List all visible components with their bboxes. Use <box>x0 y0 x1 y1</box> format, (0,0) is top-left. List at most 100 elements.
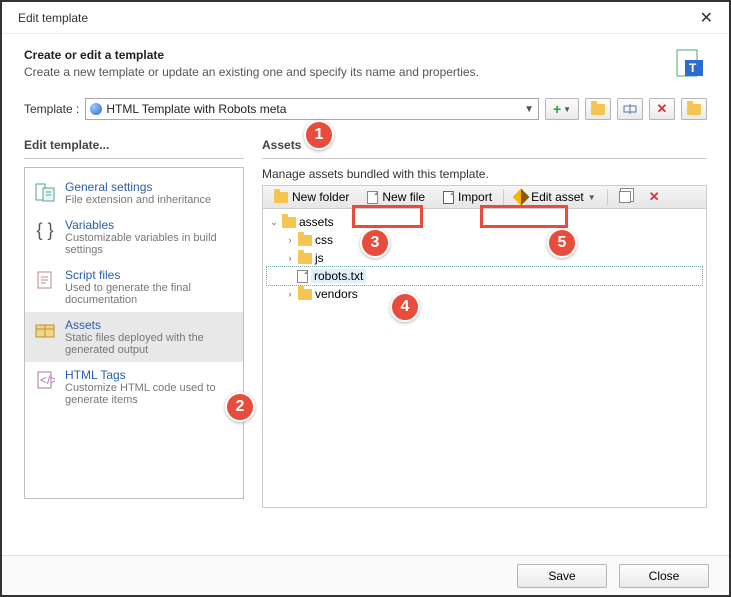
window-title: Edit template <box>18 11 692 25</box>
globe-icon <box>90 103 102 115</box>
chevron-down-icon: ▼ <box>563 105 571 114</box>
separator <box>607 189 608 205</box>
nav-sub: Static files deployed with the generated… <box>65 332 235 356</box>
tree-label: assets <box>299 215 334 229</box>
tree-item-vendors[interactable]: › vendors <box>267 285 702 303</box>
delete-icon: ✕ <box>657 101 668 117</box>
callout-3: 3 <box>360 228 390 258</box>
header-text: Create or edit a template Create a new t… <box>24 48 675 80</box>
tree-label: vendors <box>315 287 358 301</box>
rename-button[interactable] <box>617 98 643 120</box>
new-folder-label: New folder <box>292 190 349 204</box>
header-title: Create or edit a template <box>24 48 675 62</box>
folder-icon <box>298 289 312 300</box>
edit-asset-button[interactable]: Edit asset ▼ <box>508 187 603 207</box>
nav-title: HTML Tags <box>65 368 235 382</box>
nav-item-general[interactable]: General settings File extension and inhe… <box>25 174 243 212</box>
code-file-icon: </> <box>33 368 57 392</box>
folder-icon <box>298 235 312 246</box>
tree-label: css <box>315 233 333 247</box>
right-column: Assets Manage assets bundled with this t… <box>262 132 707 508</box>
package-icon <box>33 318 57 342</box>
delete-asset-button[interactable]: ✕ <box>642 187 667 207</box>
plus-icon: + <box>553 101 561 117</box>
callout-2: 2 <box>225 392 255 422</box>
folder-icon <box>282 217 296 228</box>
template-value: HTML Template with Robots meta <box>106 102 520 116</box>
template-row: Template : HTML Template with Robots met… <box>2 90 729 132</box>
body: Edit template... General settings File e… <box>2 132 729 520</box>
nav-item-assets[interactable]: Assets Static files deployed with the ge… <box>25 312 243 362</box>
nav-item-scripts[interactable]: Script files Used to generate the final … <box>25 262 243 312</box>
copy-icon <box>619 191 631 203</box>
new-file-label: New file <box>382 190 425 204</box>
template-select[interactable]: HTML Template with Robots meta ▼ <box>85 98 539 120</box>
nav-title: General settings <box>65 180 211 194</box>
separator <box>503 189 504 205</box>
footer: Save Close <box>2 555 729 595</box>
nav-sub: File extension and inheritance <box>65 194 211 206</box>
tree-item-js[interactable]: › js <box>267 249 702 267</box>
settings-list-icon <box>33 180 57 204</box>
template-large-icon: T <box>675 48 707 80</box>
file-icon <box>367 191 378 204</box>
nav-title: Variables <box>65 218 235 232</box>
header: Create or edit a template Create a new t… <box>2 34 729 90</box>
chevron-down-icon: ▼ <box>524 104 534 115</box>
close-button[interactable]: Close <box>619 564 709 588</box>
import-label: Import <box>458 190 492 204</box>
copy-asset-button[interactable] <box>612 187 638 207</box>
expand-icon[interactable]: › <box>285 253 295 263</box>
browse-folder-button[interactable] <box>681 98 707 120</box>
expand-icon[interactable]: › <box>285 289 295 299</box>
assets-tree[interactable]: ⌄ assets › css › js robots.txt <box>262 209 707 508</box>
delete-template-button[interactable]: ✕ <box>649 98 675 120</box>
new-folder-button[interactable]: New folder <box>267 187 356 207</box>
open-folder-button[interactable] <box>585 98 611 120</box>
tree-item-css[interactable]: › css <box>267 231 702 249</box>
callout-4: 4 <box>390 292 420 322</box>
close-icon[interactable]: ✕ <box>692 4 721 32</box>
folder-icon <box>591 104 605 115</box>
add-template-button[interactable]: +▼ <box>545 98 579 120</box>
folder-icon <box>274 192 288 203</box>
svg-text:T: T <box>689 61 697 75</box>
import-button[interactable]: Import <box>436 187 499 207</box>
nav-sub: Used to generate the final documentation <box>65 282 235 306</box>
assets-toolbar: New folder New file Import Edit asset ▼ <box>262 185 707 209</box>
import-icon <box>443 191 454 204</box>
nav-sub: Customizable variables in build settings <box>65 232 235 256</box>
new-file-button[interactable]: New file <box>360 187 432 207</box>
titlebar: Edit template ✕ <box>2 2 729 34</box>
pencil-icon <box>513 189 530 206</box>
callout-1: 1 <box>304 120 334 150</box>
nav-list: General settings File extension and inhe… <box>24 167 244 499</box>
nav-title: Assets <box>65 318 235 332</box>
nav-item-variables[interactable]: { } Variables Customizable variables in … <box>25 212 243 262</box>
folder-icon <box>298 253 312 264</box>
chevron-down-icon: ▼ <box>588 193 596 202</box>
file-icon <box>297 270 308 283</box>
braces-icon: { } <box>33 218 57 242</box>
tree-label: js <box>315 251 324 265</box>
left-section-title: Edit template... <box>24 132 244 159</box>
nav-sub: Customize HTML code used to generate ite… <box>65 382 235 406</box>
assets-description: Manage assets bundled with this template… <box>262 167 707 181</box>
tree-item-robots[interactable]: robots.txt <box>267 267 702 285</box>
delete-icon: ✕ <box>649 189 660 205</box>
edit-asset-label: Edit asset <box>531 190 584 204</box>
nav-item-html-tags[interactable]: </> HTML Tags Customize HTML code used t… <box>25 362 243 412</box>
callout-5: 5 <box>547 228 577 258</box>
svg-text:</>: </> <box>40 373 55 387</box>
nav-title: Script files <box>65 268 235 282</box>
tree-label: robots.txt <box>311 269 366 283</box>
left-column: Edit template... General settings File e… <box>24 132 244 508</box>
folder-icon <box>687 104 701 115</box>
header-subtitle: Create a new template or update an exist… <box>24 65 675 79</box>
tree-root[interactable]: ⌄ assets <box>267 213 702 231</box>
expand-icon[interactable]: › <box>285 235 295 245</box>
save-button[interactable]: Save <box>517 564 607 588</box>
script-icon <box>33 268 57 292</box>
edit-template-dialog: Edit template ✕ Create or edit a templat… <box>0 0 731 597</box>
collapse-icon[interactable]: ⌄ <box>269 217 279 228</box>
